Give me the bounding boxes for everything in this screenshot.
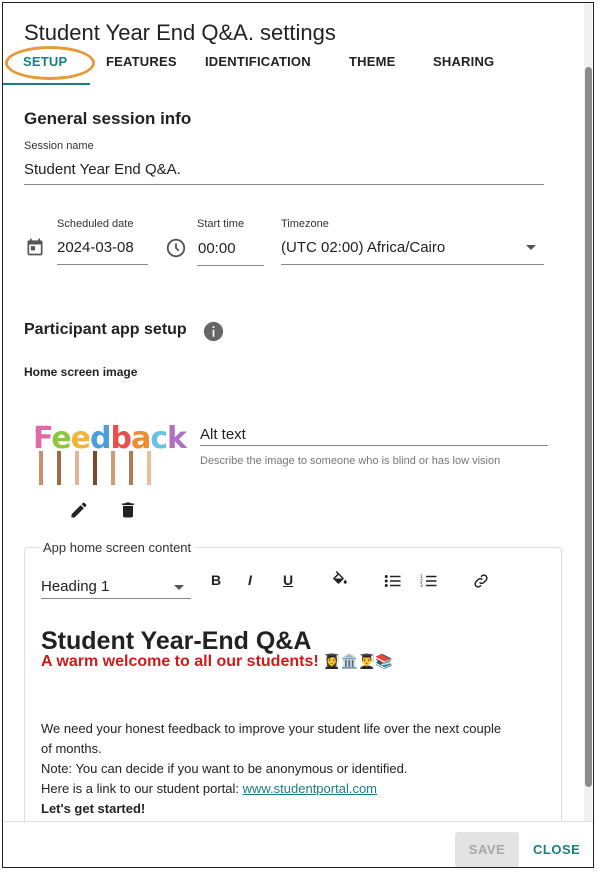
content-heading: Student Year-End Q&A xyxy=(41,627,312,655)
numbered-list-icon[interactable]: 1 2 3 xyxy=(420,573,438,589)
session-name-input[interactable]: Student Year End Q&A. xyxy=(24,161,181,178)
fill-color-icon[interactable] xyxy=(331,571,349,589)
close-button[interactable]: CLOSE xyxy=(533,832,580,867)
svg-text:3: 3 xyxy=(420,583,423,589)
format-chevron-down-icon[interactable] xyxy=(173,584,185,592)
session-name-underline xyxy=(24,184,544,185)
settings-dialog: Student Year End Q&A. settings SETUP FEA… xyxy=(2,2,594,868)
scheduled-date-input[interactable]: 2024-03-08 xyxy=(57,239,134,256)
content-welcome: A warm welcome to all our students! 👩‍🎓🏛… xyxy=(41,653,393,671)
info-icon[interactable] xyxy=(203,321,224,342)
alt-text-underline xyxy=(200,445,548,446)
start-time-label: Start time xyxy=(197,218,245,230)
scrollbar-thumb[interactable] xyxy=(585,67,592,787)
start-time-underline xyxy=(197,265,264,266)
bold-button[interactable]: B xyxy=(211,572,221,588)
underline-button[interactable]: U xyxy=(283,572,293,588)
dialog-title: Student Year End Q&A. settings xyxy=(24,20,336,45)
tab-sharing[interactable]: SHARING xyxy=(433,54,494,69)
student-portal-link[interactable]: www.studentportal.com xyxy=(243,781,377,796)
chevron-down-icon[interactable] xyxy=(525,244,537,252)
clock-icon xyxy=(166,238,186,258)
timezone-label: Timezone xyxy=(281,218,329,230)
dialog-footer: SAVE CLOSE xyxy=(3,821,593,867)
tab-bar: SETUP FEATURES IDENTIFICATION THEME SHAR… xyxy=(3,46,583,87)
save-button[interactable]: SAVE xyxy=(455,832,519,867)
feedback-image[interactable]: Feedback xyxy=(33,415,187,487)
italic-button[interactable]: I xyxy=(248,572,252,588)
editor-legend: App home screen content xyxy=(39,540,196,555)
calendar-icon xyxy=(27,238,43,256)
content-paragraph-2: Note: You can decide if you want to be a… xyxy=(41,761,408,776)
content-paragraph-1b: of months. xyxy=(41,741,102,756)
tab-identification[interactable]: IDENTIFICATION xyxy=(205,54,311,69)
start-time-input[interactable]: 00:00 xyxy=(198,240,236,257)
content-link-prefix: Here is a link to our student portal: xyxy=(41,781,243,796)
scheduled-date-underline xyxy=(57,264,148,265)
content-paragraph-3: Here is a link to our student portal: ww… xyxy=(41,781,377,796)
format-select-underline xyxy=(41,598,191,599)
link-icon[interactable] xyxy=(472,572,490,590)
session-name-label: Session name xyxy=(24,140,94,152)
highlight-ring-annotation xyxy=(5,46,95,80)
edit-pencil-icon[interactable] xyxy=(69,500,89,520)
content-paragraph-4: Let's get started! xyxy=(41,801,146,816)
timezone-underline xyxy=(281,264,544,265)
delete-trash-icon[interactable] xyxy=(118,500,138,520)
alt-text-input[interactable]: Alt text xyxy=(200,426,246,443)
content-paragraph-1: We need your honest feedback to improve … xyxy=(41,721,502,736)
tab-features[interactable]: FEATURES xyxy=(106,54,177,69)
content-emojis: 👩‍🎓🏛️👨‍🎓📚 xyxy=(323,654,393,670)
alt-text-helper: Describe the image to someone who is bli… xyxy=(200,455,501,467)
participant-app-heading: Participant app setup xyxy=(24,321,187,338)
active-tab-indicator xyxy=(3,83,90,85)
scheduled-date-label: Scheduled date xyxy=(57,218,134,230)
format-select[interactable]: Heading 1 xyxy=(41,578,109,595)
home-screen-image-label: Home screen image xyxy=(24,365,138,379)
general-session-heading: General session info xyxy=(24,109,192,128)
tab-theme[interactable]: THEME xyxy=(349,54,396,69)
timezone-select[interactable]: (UTC 02:00) Africa/Cairo xyxy=(281,239,445,256)
content-welcome-text: A warm welcome to all our students! xyxy=(41,653,319,670)
bullet-list-icon[interactable] xyxy=(384,573,402,589)
